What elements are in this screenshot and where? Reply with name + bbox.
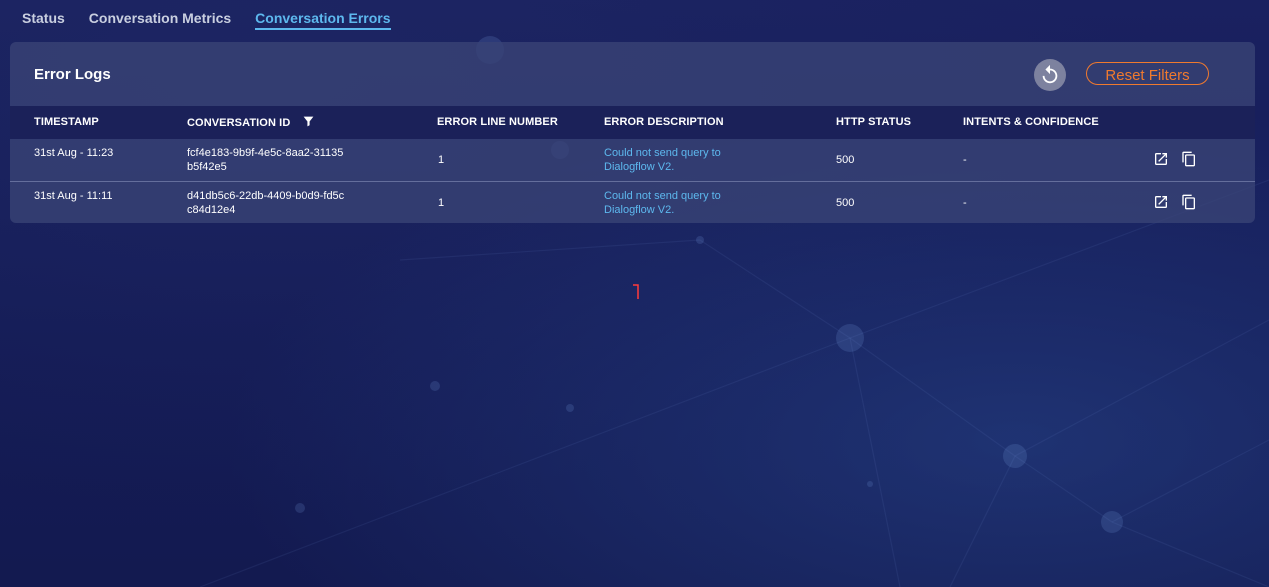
text-cursor-mark: [633, 284, 639, 299]
open-external-icon[interactable]: [1153, 194, 1169, 210]
panel-title: Error Logs: [34, 66, 111, 83]
cell-error-line: 1: [438, 197, 445, 209]
header-error-line-number[interactable]: ERROR LINE NUMBER: [437, 116, 558, 128]
table-row: 31st Aug - 11:23 fcf4e183-9b9f-4e5c-8aa2…: [10, 139, 1255, 182]
cell-error-description-link[interactable]: Could not send query to Dialogflow V2.: [604, 146, 754, 174]
copy-icon[interactable]: [1181, 194, 1197, 210]
cell-http-status: 500: [836, 197, 855, 209]
error-logs-panel: Error Logs Reset Filters TIMESTAMP CONVE…: [10, 42, 1255, 223]
cell-timestamp: 31st Aug - 11:11: [34, 190, 113, 202]
cell-conversation-id: d41db5c6-22db-4409-b0d9-fd5cc84d12e4: [187, 190, 345, 216]
cell-timestamp: 31st Aug - 11:23: [34, 147, 114, 159]
tab-bar: Status Conversation Metrics Conversation…: [22, 10, 391, 30]
tab-conversation-metrics[interactable]: Conversation Metrics: [89, 10, 231, 30]
open-external-icon[interactable]: [1153, 151, 1169, 167]
cell-intents: -: [963, 197, 967, 209]
refresh-icon: [1042, 64, 1058, 84]
header-intents-confidence[interactable]: INTENTS & CONFIDENCE: [963, 116, 1099, 128]
tab-status[interactable]: Status: [22, 10, 65, 30]
copy-icon[interactable]: [1181, 151, 1197, 167]
reset-filters-button[interactable]: Reset Filters: [1086, 62, 1209, 85]
header-conversation-id[interactable]: CONVERSATION ID: [187, 117, 290, 129]
header-error-description[interactable]: ERROR DESCRIPTION: [604, 116, 724, 128]
header-timestamp[interactable]: TIMESTAMP: [34, 116, 99, 128]
tab-conversation-errors[interactable]: Conversation Errors: [255, 10, 391, 30]
table-header: TIMESTAMP CONVERSATION ID ERROR LINE NUM…: [10, 106, 1255, 139]
panel-header: Error Logs Reset Filters: [10, 42, 1255, 106]
table-row: 31st Aug - 11:11 d41db5c6-22db-4409-b0d9…: [10, 182, 1255, 223]
cell-conversation-id: fcf4e183-9b9f-4e5c-8aa2-31135b5f42e5: [187, 147, 344, 173]
cell-error-line: 1: [438, 154, 445, 166]
header-http-status[interactable]: HTTP STATUS: [836, 116, 911, 128]
cell-error-description-link[interactable]: Could not send query to Dialogflow V2.: [604, 189, 754, 217]
cell-http-status: 500: [836, 154, 855, 166]
cell-intents: -: [963, 154, 967, 166]
refresh-button[interactable]: [1034, 59, 1066, 91]
filter-icon[interactable]: [302, 115, 315, 128]
